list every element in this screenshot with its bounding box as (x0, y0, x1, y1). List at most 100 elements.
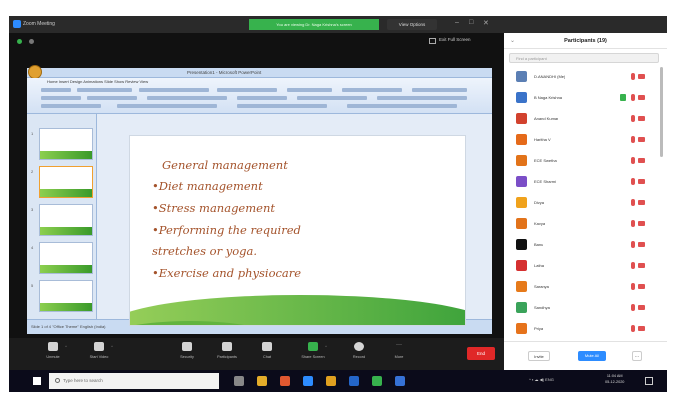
more-icon: ··· (396, 342, 402, 348)
muted-mic-icon (631, 220, 635, 227)
exit-fullscreen-button[interactable]: Exit Full Screen (439, 37, 471, 42)
maximize-button[interactable]: □ (469, 19, 473, 26)
windows-taskbar: Type here to search ^ ▪ ☁ ◀) ENG 11:04 A… (9, 370, 667, 392)
slide-thumbnails-pane: 1 2 3 4 5 (27, 114, 97, 319)
participant-list: D.ANANDHI (Me) B Naga Krishna Anand Kumar H… (504, 67, 667, 341)
zoom-taskbar-icon[interactable] (349, 376, 359, 386)
participant-name: Haritha V (534, 137, 551, 142)
close-button[interactable]: ✕ (483, 19, 489, 27)
participant-row[interactable]: D.ANANDHI (Me) (504, 67, 667, 88)
folder-icon[interactable] (326, 376, 336, 386)
notification-icon[interactable] (645, 377, 653, 385)
muted-mic-icon (631, 115, 635, 122)
shield-icon[interactable] (17, 39, 22, 44)
video-off-icon (638, 158, 645, 163)
start-video-button[interactable]: Start Video ^ (79, 342, 119, 368)
chat-button[interactable]: Chat (247, 342, 287, 368)
participant-row[interactable]: Sandhya (504, 298, 667, 319)
ppt-ribbon: Home Insert Design Animations Slide Show… (27, 78, 492, 114)
file-explorer-icon[interactable] (257, 376, 267, 386)
powerpoint-taskbar-icon[interactable] (395, 376, 405, 386)
avatar (516, 239, 527, 250)
title-bar: Zoom Meeting You are viewing Dr. Naga Kr… (9, 16, 667, 33)
share-screen-button[interactable]: Share Screen ^ (293, 342, 333, 368)
scrollbar[interactable] (660, 67, 663, 157)
muted-mic-icon (631, 136, 635, 143)
edge-icon[interactable] (303, 376, 313, 386)
participant-row[interactable]: Haritha V (504, 130, 667, 151)
chrome-icon[interactable] (280, 376, 290, 386)
office-button-icon[interactable] (28, 65, 42, 79)
unmute-button[interactable]: Unmute ^ (33, 342, 73, 368)
security-button[interactable]: Security (167, 342, 207, 368)
search-icon (55, 378, 60, 383)
participant-row[interactable]: Banu (504, 235, 667, 256)
clock[interactable]: 11:04 AM 05-12-2020 (605, 373, 624, 385)
participant-row[interactable]: ECE Swetha (504, 151, 667, 172)
video-off-icon (638, 263, 645, 268)
record-icon (354, 342, 364, 351)
slide-heading: General management (162, 158, 288, 172)
shield-icon (182, 342, 192, 351)
muted-mic-icon (631, 283, 635, 290)
participant-name: Saranya (534, 284, 549, 289)
fullscreen-icon (429, 38, 436, 44)
app-icon[interactable] (372, 376, 382, 386)
participant-name: D.ANANDHI (Me) (534, 74, 566, 79)
participant-name: Priya (534, 326, 544, 331)
taskbar-search-input[interactable]: Type here to search (49, 373, 219, 389)
invite-button[interactable]: Invite (528, 351, 550, 361)
slide-thumbnail[interactable]: 4 (31, 242, 93, 274)
ppt-tabs[interactable]: Home Insert Design Animations Slide Show… (47, 79, 148, 84)
participant-row[interactable]: ECE Sharmi (504, 172, 667, 193)
video-off-icon (638, 179, 645, 184)
slide-bullet: •Stress management (152, 201, 275, 215)
participant-name: Latha (534, 263, 545, 268)
mute-all-button[interactable]: Mute All (578, 351, 606, 361)
panel-more-button[interactable]: ... (632, 351, 642, 361)
task-view-icon[interactable] (234, 376, 244, 386)
slide-thumbnail[interactable]: 3 (31, 204, 93, 236)
slide-bullet: •Performing the required (152, 223, 301, 237)
participant-name: B Naga Krishna (534, 95, 563, 100)
system-tray[interactable]: ^ ▪ ☁ ◀) ENG (529, 377, 554, 382)
slide-thumbnail[interactable]: 1 (31, 128, 93, 160)
slide-thumbnail[interactable]: 5 (31, 280, 93, 312)
video-off-icon (638, 284, 645, 289)
participant-row[interactable]: Divya (504, 193, 667, 214)
avatar (516, 197, 527, 208)
video-off-icon (638, 200, 645, 205)
avatar (516, 113, 527, 124)
participant-row[interactable]: Priya (504, 319, 667, 340)
participant-row[interactable]: Anand Kumar (504, 109, 667, 130)
slide-bullet: •Exercise and physiocare (152, 266, 302, 280)
participant-name: Anand Kumar (534, 116, 559, 121)
slide-bullet: •Diet management (152, 179, 263, 193)
minimize-button[interactable]: – (455, 19, 459, 26)
participant-search-input[interactable]: Find a participant (509, 53, 659, 63)
share-icon (620, 94, 626, 101)
windows-start-icon[interactable] (33, 377, 41, 385)
muted-mic-icon (631, 157, 635, 164)
slide-thumbnail[interactable]: 2 (31, 166, 93, 198)
participants-title: Participants (19) (564, 38, 607, 44)
meeting-info-icon[interactable] (29, 39, 34, 44)
record-button[interactable]: Record (339, 342, 379, 368)
view-options-button[interactable]: View Options (387, 19, 437, 30)
slide-bullet: stretches or yoga. (152, 244, 258, 258)
participant-row[interactable]: Latha (504, 256, 667, 277)
participant-row[interactable]: B Naga Krishna (504, 88, 667, 109)
participant-row[interactable]: Kavya (504, 214, 667, 235)
video-off-icon (638, 326, 645, 331)
muted-mic-icon (631, 325, 635, 332)
more-button[interactable]: ··· More (379, 342, 419, 368)
participants-header: ⌄ Participants (19) (504, 33, 667, 49)
ppt-title: Presentation1 - Microsoft PowerPoint (187, 70, 262, 75)
end-meeting-button[interactable]: End (467, 347, 495, 360)
current-slide: General management •Diet management •Str… (129, 135, 466, 326)
participant-row[interactable]: Saranya (504, 277, 667, 298)
muted-mic-icon (631, 73, 635, 80)
avatar (516, 260, 527, 271)
participants-button[interactable]: Participants (207, 342, 247, 368)
muted-mic-icon (631, 304, 635, 311)
